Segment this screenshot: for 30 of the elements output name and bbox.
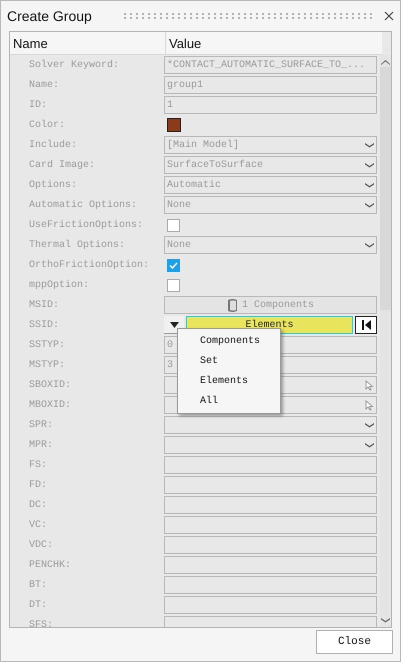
field-label: DC: [28,500,48,510]
field-label: Solver Keyword: [28,60,120,70]
field-label: OrthoFrictionOption: [28,260,150,270]
field-label: MSID: [28,300,60,310]
field-label: Options: [28,180,78,190]
field-label: VC: [28,520,48,530]
field-label: MBOXID: [28,400,72,410]
field-label: Thermal Options: [28,240,126,250]
field-label: MSTYP: [28,360,66,370]
window-title: Create Group [7,8,92,24]
field-label: Card Image: [28,160,96,170]
field-label: SPR: [28,420,54,430]
field-label: mppOption: [28,280,90,290]
field-label: BT: [28,580,48,590]
field-label: Automatic Options: [28,200,138,210]
field-label: UseFrictionOptions: [28,220,144,230]
field-label: VDC: [28,540,54,550]
field-label: SBOXID: [28,380,72,390]
field-label: PENCHK: [28,560,72,570]
field-label: SSID: [28,320,60,330]
field-label: DT: [28,600,48,610]
field-label: Name: [28,80,60,90]
field-label: Include: [28,140,78,150]
field-label: Color: [28,120,66,130]
field-label: ID: [28,100,48,110]
field-label: FD: [28,480,48,490]
field-label: SFS: [28,620,54,627]
field-label: FS: [28,460,48,470]
field-label: SSTYP: [28,340,66,350]
field-label: MPR: [28,440,54,450]
